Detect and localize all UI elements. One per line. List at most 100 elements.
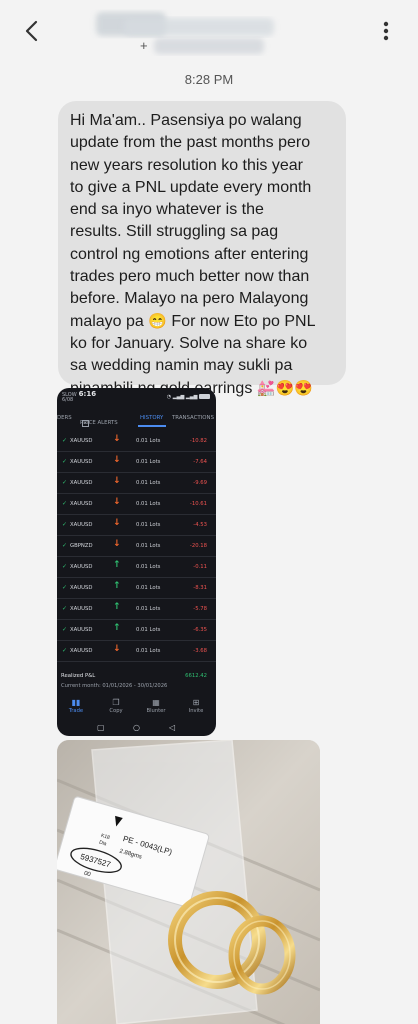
trade-row[interactable]: ✓ XAUUSD ↓ 0.01 Lots -10.82 <box>57 430 216 452</box>
trade-pnl: -7.64 <box>193 459 207 465</box>
nav-invite[interactable]: ⊞ Invite <box>180 698 212 714</box>
message-line: update from the past months pero <box>70 134 311 152</box>
checkmark-icon: ✓ <box>62 626 68 633</box>
trade-row[interactable]: ✓ XAUUSD ↑ 0.01 Lots -6.35 <box>57 619 216 641</box>
checkmark-icon: ✓ <box>62 584 68 591</box>
chevron-left-icon[interactable] <box>20 18 44 44</box>
trade-lots: 0.01 Lots <box>136 648 161 654</box>
tab-transactions[interactable]: TRANSACTIONS <box>172 415 214 421</box>
trade-pnl: -20.18 <box>189 543 207 549</box>
trade-row[interactable]: ✓ XAUUSD ↑ 0.01 Lots -0.11 <box>57 556 216 578</box>
trade-symbol: XAUUSD <box>70 648 93 654</box>
attached-earrings-photo[interactable]: PE - 0043(LP) 2.88gms K18 Dia 5937527 00 <box>57 740 320 1024</box>
trade-row[interactable]: ✓ XAUUSD ↓ 0.01 Lots -10.61 <box>57 493 216 515</box>
message-bubble[interactable]: Hi Ma'am.. Pasensiya po walang update fr… <box>58 101 346 397</box>
checkmark-icon: ✓ <box>62 542 68 549</box>
message-line: results. Still struggling sa pag <box>70 223 279 241</box>
nav-copy[interactable]: ❐ Copy <box>100 698 132 714</box>
nav-blunter[interactable]: ▦ Blunter <box>140 698 172 714</box>
kebab-menu-icon[interactable] <box>376 18 396 44</box>
trade-lots: 0.01 Lots <box>136 459 161 465</box>
trade-symbol: XAUUSD <box>70 480 93 486</box>
nav-label: Copy <box>109 708 123 714</box>
trade-pnl: -4.53 <box>193 522 207 528</box>
message-line: new years resolution ko this year <box>70 156 303 174</box>
trade-row[interactable]: ✓ GBPNZD ↓ 0.01 Lots -20.18 <box>57 535 216 557</box>
message-line: malayo pa 😁 For now Eto po PNL <box>70 311 336 333</box>
bar-chart-icon: ▮▮ <box>71 698 81 707</box>
trade-lots: 0.01 Lots <box>136 606 161 612</box>
trade-pnl: -10.61 <box>189 501 207 507</box>
trade-row[interactable]: ✓ XAUUSD ↑ 0.01 Lots -5.78 <box>57 598 216 620</box>
realized-pnl-label: Realized P&L <box>61 673 96 679</box>
checkmark-icon: ✓ <box>62 479 68 486</box>
system-nav-bar: ▢ ○ ◁ <box>57 721 216 736</box>
message-line: ko for January. Solve na share ko <box>70 334 308 352</box>
contact-name-redacted[interactable]: + <box>84 8 284 58</box>
conversation-header: + <box>0 0 418 62</box>
arrow-down-icon: ↓ <box>113 497 121 507</box>
gift-icon: ⊞ <box>192 698 200 707</box>
arrow-down-icon: ↓ <box>113 644 121 654</box>
trade-pnl: -8.31 <box>193 585 207 591</box>
recent-apps-icon[interactable]: ▢ <box>97 723 105 732</box>
tab-badge: 2 <box>82 420 89 427</box>
arrow-down-icon: ↓ <box>113 539 121 549</box>
arrow-up-icon: ↑ <box>113 602 121 612</box>
trade-pnl: -5.78 <box>193 606 207 612</box>
earrings-photo-drawing: PE - 0043(LP) 2.88gms K18 Dia 5937527 00 <box>57 740 320 1024</box>
trade-row[interactable]: ✓ XAUUSD ↓ 0.01 Lots -4.53 <box>57 514 216 536</box>
arrow-up-icon: ↑ <box>113 560 121 570</box>
checkmark-icon: ✓ <box>62 605 68 612</box>
trade-lots: 0.01 Lots <box>136 627 161 633</box>
status-clock: SLOW 6:16 6/08 <box>62 391 96 403</box>
trade-row[interactable]: ✓ XAUUSD ↓ 0.01 Lots -9.69 <box>57 472 216 494</box>
trade-pnl: -6.35 <box>193 627 207 633</box>
message-line: trades pero much better now than <box>70 268 310 286</box>
trade-pnl: -9.69 <box>193 480 207 486</box>
status-small-bottom: 6/08 <box>62 397 74 403</box>
history-tabs: DERS PRICE ALERTS 2 HISTORY TRANSACTIONS <box>57 410 216 427</box>
trade-lots: 0.01 Lots <box>136 585 161 591</box>
message-line: control ng emotions after entering <box>70 245 309 263</box>
grin-emoji: 😁 <box>148 312 167 330</box>
trade-symbol: XAUUSD <box>70 501 93 507</box>
checkmark-icon: ✓ <box>62 647 68 654</box>
wedding-heart-eyes-emoji: 💒😍😍 <box>256 379 313 397</box>
message-text: For now Eto po PNL <box>171 312 316 330</box>
trade-lots: 0.01 Lots <box>136 501 161 507</box>
arrow-down-icon: ↓ <box>113 455 121 465</box>
trade-row[interactable]: ✓ XAUUSD ↓ 0.01 Lots -7.64 <box>57 451 216 473</box>
attached-trade-history-screenshot[interactable]: SLOW 6:16 6/08 ◔ ▂▄▆ ▂▄▆ DERS PRICE ALERT… <box>57 388 216 736</box>
tab-orders[interactable]: DERS <box>57 415 72 421</box>
tab-history[interactable]: HISTORY <box>140 415 163 421</box>
status-icons: ◔ ▂▄▆ ▂▄▆ <box>167 394 210 400</box>
bottom-nav: ▮▮ Trade ❐ Copy ▦ Blunter ⊞ Invite <box>57 694 216 720</box>
trade-lots: 0.01 Lots <box>136 564 161 570</box>
trade-pnl: -3.68 <box>193 648 207 654</box>
trade-symbol: XAUUSD <box>70 627 93 633</box>
checkmark-icon: ✓ <box>62 500 68 507</box>
arrow-down-icon: ↓ <box>113 476 121 486</box>
arrow-down-icon: ↓ <box>113 434 121 444</box>
trade-symbol: GBPNZD <box>70 543 93 549</box>
trade-lots: 0.01 Lots <box>136 438 161 444</box>
trade-row[interactable]: ✓ XAUUSD ↓ 0.01 Lots -3.68 <box>57 640 216 662</box>
message-timestamp: 8:28 PM <box>184 72 234 87</box>
trade-pnl: -10.82 <box>189 438 207 444</box>
back-triangle-icon[interactable]: ◁ <box>169 723 175 732</box>
message-line: Hi Ma'am.. Pasensiya po walang <box>70 112 302 129</box>
trade-lots: 0.01 Lots <box>136 543 161 549</box>
contact-plus: + <box>140 38 148 53</box>
nav-label: Trade <box>68 708 84 714</box>
trade-row[interactable]: ✓ XAUUSD ↑ 0.01 Lots -8.31 <box>57 577 216 599</box>
trade-symbol: XAUUSD <box>70 459 93 465</box>
nav-label: Invite <box>188 708 204 714</box>
message-text: malayo pa <box>70 312 144 330</box>
trade-symbol: XAUUSD <box>70 564 93 570</box>
home-icon[interactable]: ○ <box>133 723 140 732</box>
grid-icon: ▦ <box>152 698 160 707</box>
checkmark-icon: ✓ <box>62 521 68 528</box>
nav-trade[interactable]: ▮▮ Trade <box>60 698 92 714</box>
trade-symbol: XAUUSD <box>70 585 93 591</box>
